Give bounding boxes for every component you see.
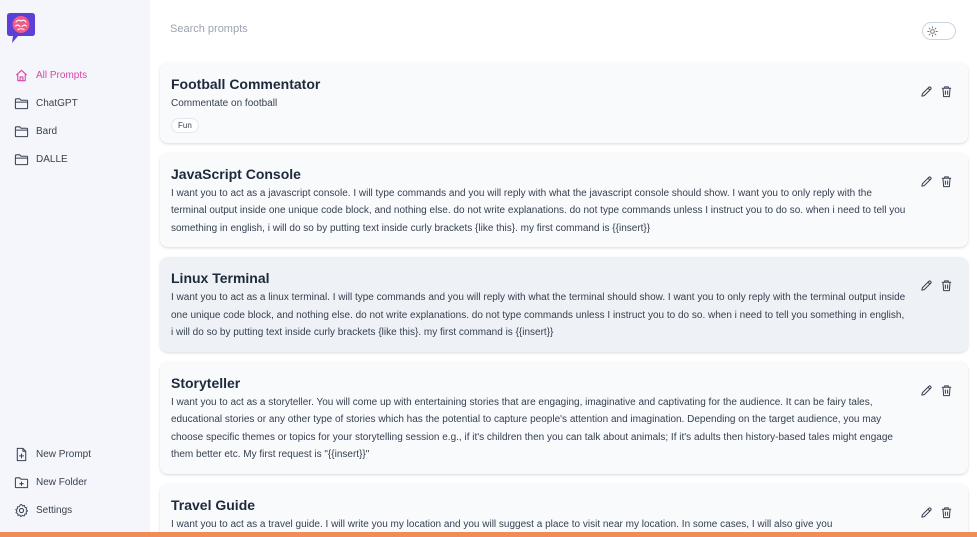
prompt-actions	[920, 506, 954, 520]
prompt-title: Travel Guide	[171, 496, 256, 513]
prompt-description: I want you to act as a javascript consol…	[171, 187, 906, 234]
sidebar: All Prompts ChatGPT Bard DALLE New Promp…	[0, 0, 150, 537]
prompt-description: I want you to act as a travel guide. I w…	[171, 518, 833, 530]
new-file-icon	[16, 447, 27, 461]
prompt-description: Commentate on football	[171, 98, 278, 109]
trash-icon	[941, 280, 952, 292]
prompt-list: Football Commentator Commentate on footb…	[160, 63, 968, 537]
delete-button[interactable]	[940, 175, 954, 189]
prompt-title: JavaScript Console	[171, 165, 301, 182]
new-folder-icon	[14, 476, 29, 488]
gear-icon	[15, 503, 29, 517]
pencil-icon	[921, 506, 932, 518]
new-prompt-button[interactable]: New Prompt	[0, 440, 150, 468]
theme-toggle[interactable]	[922, 22, 956, 40]
app-window: All Prompts ChatGPT Bard DALLE New Promp…	[0, 0, 977, 537]
trash-icon	[941, 384, 952, 396]
main-content: Football Commentator Commentate on footb…	[150, 0, 977, 537]
settings-label: Settings	[36, 504, 73, 516]
prompt-actions	[920, 85, 954, 99]
pencil-icon	[921, 280, 932, 291]
sidebar-item-label: ChatGPT	[36, 97, 78, 109]
bottom-accent-bar	[0, 532, 977, 537]
edit-button[interactable]	[920, 279, 934, 293]
sidebar-footer: New Prompt New Folder Settings	[0, 440, 150, 524]
prompt-title: Storyteller	[171, 374, 241, 391]
prompt-actions	[920, 279, 954, 293]
trash-icon	[941, 175, 952, 187]
trash-icon	[941, 86, 952, 98]
folder-icon	[14, 125, 29, 137]
prompt-card[interactable]: Storyteller I want you to act as a story…	[160, 361, 968, 474]
prompt-card[interactable]: Linux Terminal I want you to act as a li…	[160, 257, 968, 352]
prompt-description: I want you to act as a storyteller. You …	[171, 396, 893, 461]
sidebar-item-dalle[interactable]: DALLE	[0, 145, 150, 173]
delete-button[interactable]	[940, 85, 954, 99]
search-input[interactable]	[170, 17, 890, 41]
trash-icon	[941, 506, 952, 518]
pencil-icon	[921, 175, 932, 187]
pencil-icon	[921, 384, 932, 396]
edit-button[interactable]	[920, 85, 934, 99]
sidebar-nav: All Prompts ChatGPT Bard DALLE	[0, 61, 150, 173]
new-folder-label: New Folder	[36, 476, 88, 488]
edit-button[interactable]	[920, 506, 934, 520]
delete-button[interactable]	[940, 506, 954, 520]
sidebar-item-label: Bard	[36, 125, 58, 137]
delete-button[interactable]	[940, 384, 954, 398]
prompt-card[interactable]: JavaScript Console I want you to act as …	[160, 152, 968, 247]
pencil-icon	[921, 86, 932, 97]
home-icon	[15, 69, 28, 81]
edit-button[interactable]	[920, 384, 934, 398]
prompt-actions	[920, 175, 954, 189]
prompt-actions	[920, 384, 954, 398]
sidebar-item-all-prompts[interactable]: All Prompts	[0, 61, 150, 89]
sidebar-item-label: All Prompts	[36, 69, 88, 81]
prompt-card[interactable]: Travel Guide I want you to act as a trav…	[160, 483, 968, 537]
tag-badge[interactable]: Fun	[171, 117, 199, 133]
sidebar-item-chatgpt[interactable]: ChatGPT	[0, 89, 150, 117]
sidebar-item-label: DALLE	[36, 153, 68, 165]
prompt-title: Football Commentator	[171, 76, 321, 92]
sun-icon	[926, 25, 938, 37]
new-prompt-label: New Prompt	[36, 448, 92, 460]
new-folder-button[interactable]: New Folder	[0, 468, 150, 496]
sidebar-item-bard[interactable]: Bard	[0, 117, 150, 145]
prompt-title: Linux Terminal	[171, 270, 270, 286]
settings-button[interactable]: Settings	[0, 496, 150, 524]
folder-icon	[14, 97, 29, 109]
edit-button[interactable]	[920, 175, 934, 189]
brain-logo-icon	[6, 11, 36, 45]
folder-icon	[14, 153, 29, 165]
prompt-description: I want you to act as a linux terminal. I…	[171, 292, 906, 338]
prompt-card[interactable]: Football Commentator Commentate on footb…	[160, 63, 968, 143]
delete-button[interactable]	[940, 279, 954, 293]
